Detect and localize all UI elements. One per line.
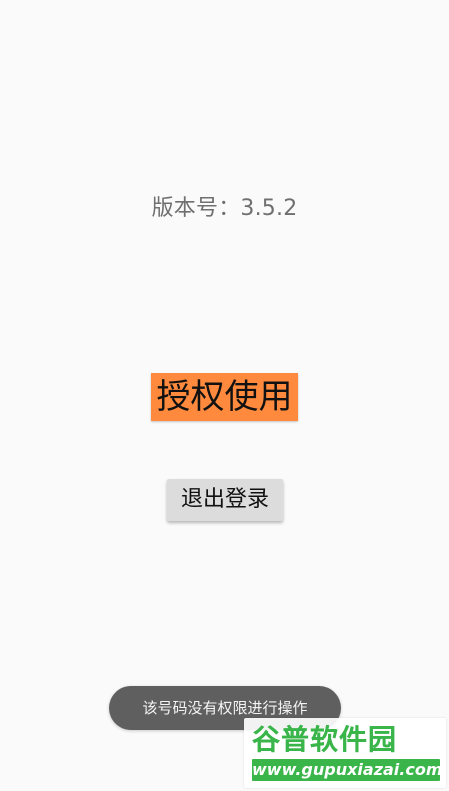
watermark-brand-name: 谷普软件园 xyxy=(252,723,398,756)
authorize-use-button[interactable]: 授权使用 xyxy=(151,373,298,421)
version-label: 版本号：3.5.2 xyxy=(151,196,298,221)
watermark-url: www.gupuxiazai.com xyxy=(252,759,443,781)
app-screen: 版本号：3.5.2 授权使用 退出登录 该号码没有权限进行操作 谷普软件园 ww… xyxy=(0,0,449,791)
logout-button[interactable]: 退出登录 xyxy=(167,479,283,521)
site-watermark: 谷普软件园 www.gupuxiazai.com xyxy=(244,718,446,788)
